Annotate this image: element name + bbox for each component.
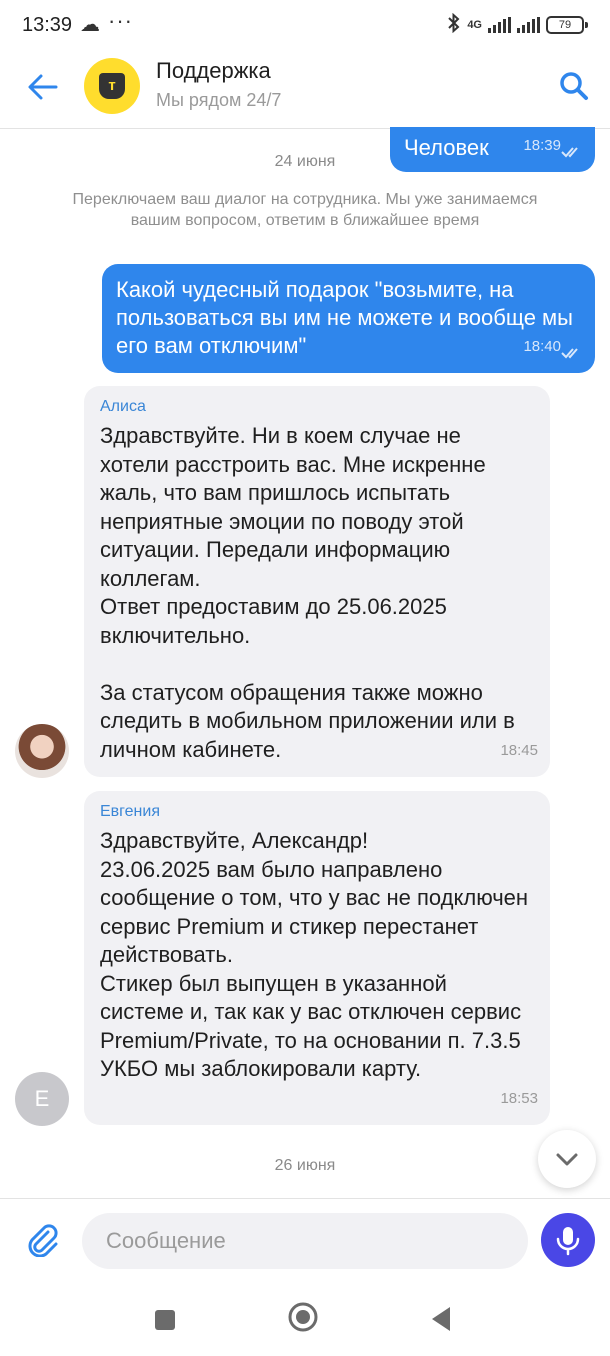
battery-icon: 79 [546,15,588,34]
message-time: 18:45 [500,741,538,759]
message-text: Здравствуйте. Ни в коем случае не хотели… [100,423,515,762]
message-text: Здравствуйте, Александр! 23.06.2025 вам … [100,828,529,1081]
date-separator: 26 июня [274,1157,336,1174]
chevron-down-icon [556,1153,578,1166]
scroll-down-button[interactable] [538,1130,596,1188]
network-type: 4G [467,18,482,31]
message-time: 18:40 [523,338,561,355]
status-time: 13:39 [22,14,73,36]
date-separator: 24 июня [274,153,336,170]
message-incoming[interactable]: Алиса Здравствуйте. Ни в коем случае не х… [84,386,550,777]
status-indicators: 4G 79 [447,12,588,36]
message-time: 18:53 [500,1089,538,1107]
system-nav-bar [0,1282,610,1356]
cloud-icon: ☁ [80,14,100,36]
signal-icon [517,16,540,33]
chat-header: т Поддержка Мы рядом 24/7 [0,52,610,129]
signal-icon [488,16,511,33]
message-outgoing[interactable]: Какой чудесный подарок "возьмите, на пол… [102,264,595,373]
message-sender: Алиса [100,398,146,415]
chat-subtitle: Мы рядом 24/7 [156,90,282,110]
message-input[interactable] [82,1213,528,1269]
message-text: Какой чудесный подарок "возьмите, на пол… [116,277,573,358]
chat-title: Поддержка [156,58,271,83]
logo-letter: т [99,73,125,99]
microphone-button[interactable] [541,1213,595,1267]
system-message: Переключаем ваш диалог на сотрудника. Мы… [72,191,538,229]
status-bar: 13:39 ☁ ··· 4G 79 [0,0,610,52]
status-more-dots: ··· [108,8,133,33]
nav-recents-icon[interactable] [155,1310,175,1330]
search-icon[interactable] [558,70,590,102]
message-incoming[interactable]: Евгения Здравствуйте, Александр! 23.06.20… [84,791,550,1125]
avatar[interactable] [15,724,69,778]
double-check-icon [561,348,578,359]
avatar[interactable]: Е [15,1072,69,1126]
battery-level: 79 [546,15,584,34]
message-composer [0,1198,610,1283]
message-sender: Евгения [100,803,160,820]
microphone-icon [556,1227,580,1256]
back-arrow-icon[interactable] [26,72,60,102]
paperclip-icon[interactable] [26,1223,60,1258]
nav-home-icon[interactable] [288,1302,318,1332]
bluetooth-icon [447,12,461,36]
bank-logo[interactable]: т [84,58,140,114]
nav-back-icon[interactable] [430,1306,452,1332]
